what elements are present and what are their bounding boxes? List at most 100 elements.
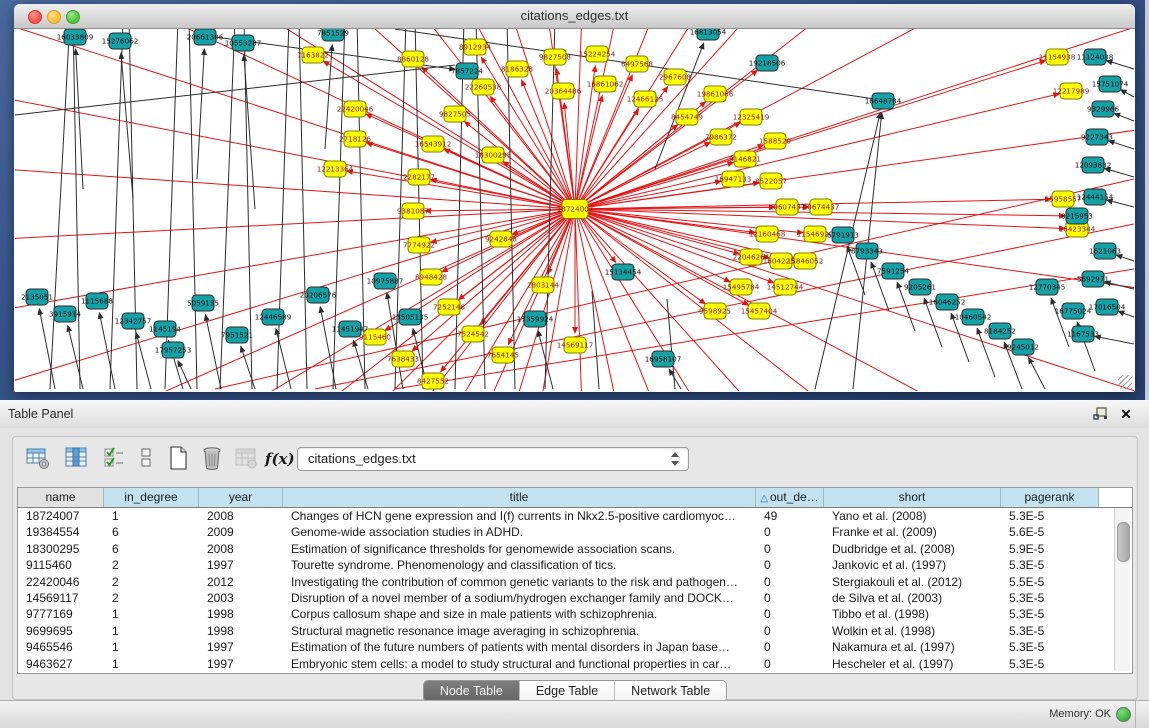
table-cell[interactable]: Wolkin et al. (1998) — [824, 623, 1001, 639]
graph-canvas[interactable]: 1872400722260538982750516543912228217793… — [15, 29, 1134, 391]
graph-node[interactable]: 8454749 — [671, 109, 703, 125]
table-cell[interactable]: 2012 — [199, 574, 283, 590]
table-cell[interactable]: 14569117 — [18, 590, 104, 606]
graph-edge[interactable] — [15, 65, 455, 115]
graph-edge[interactable] — [1121, 90, 1134, 97]
graph-edge[interactable] — [205, 315, 221, 389]
table-cell[interactable]: Genome-wide association studies in ADHD. — [283, 524, 756, 540]
select-columns-icon[interactable] — [101, 445, 129, 473]
graph-node[interactable]: 12093832 — [1075, 157, 1112, 173]
table-cell[interactable]: 1 — [104, 639, 199, 655]
table-cell[interactable]: 1997 — [199, 557, 283, 573]
graph-node[interactable]: 10460542 — [955, 309, 992, 325]
network-window-titlebar[interactable]: citations_edges.txt — [14, 4, 1135, 29]
table-cell[interactable]: 49 — [756, 508, 824, 524]
table-row[interactable]: 946362711997Embryonic stem cells: a mode… — [18, 656, 1132, 672]
graph-node[interactable]: 12446589 — [255, 309, 292, 325]
graph-edge[interactable] — [1105, 168, 1134, 177]
graph-edge[interactable] — [1029, 358, 1045, 389]
graph-node[interactable]: 8186328 — [501, 61, 533, 77]
graph-node[interactable]: 7986372 — [705, 129, 737, 145]
column-header-short[interactable]: short — [824, 488, 1001, 507]
close-panel-icon[interactable]: ✕ — [1119, 406, 1133, 422]
table-cell[interactable]: 18300295 — [18, 541, 104, 557]
graph-edge[interactable] — [95, 29, 575, 209]
graph-node[interactable]: 9827508 — [539, 49, 571, 65]
column-header-in_degree[interactable]: in_degree — [104, 488, 199, 507]
graph-edge[interactable] — [507, 29, 515, 389]
table-row[interactable]: 2242004622012Investigating the contribut… — [18, 574, 1132, 590]
table-cell[interactable]: 0 — [756, 541, 824, 557]
resize-grip-icon[interactable] — [1118, 375, 1132, 389]
graph-node[interactable]: 20364486 — [545, 83, 582, 99]
table-cell[interactable]: Embryonic stem cells: a model to study s… — [283, 656, 756, 672]
graph-edge[interactable] — [1118, 311, 1134, 317]
tab-edge-table[interactable]: Edge Table — [520, 681, 615, 702]
function-builder-icon[interactable]: f(x) — [265, 445, 293, 473]
graph-node[interactable]: 7163822 — [297, 47, 329, 63]
table-cell[interactable]: 19384554 — [18, 524, 104, 540]
graph-edge[interactable] — [76, 49, 83, 189]
delete-trash-icon[interactable] — [199, 445, 227, 473]
graph-node[interactable]: 7638433 — [387, 351, 419, 367]
graph-node[interactable]: 7951521 — [221, 327, 253, 343]
column-header-pagerank[interactable]: pagerank — [1001, 488, 1099, 507]
graph-node[interactable]: 2718126 — [339, 131, 371, 147]
graph-node[interactable]: 1588520 — [759, 133, 791, 149]
table-row[interactable]: 1830029562008Estimation of significance … — [18, 541, 1132, 557]
table-cell[interactable]: 0 — [756, 639, 824, 655]
table-cell[interactable]: 1 — [104, 656, 199, 672]
graph-node[interactable]: 17359924 — [517, 311, 554, 327]
graph-edge[interactable] — [353, 340, 368, 389]
column-header-out_de[interactable]: △out_de… — [756, 488, 824, 507]
graph-node[interactable]: 9329966 — [1087, 101, 1119, 117]
table-cell[interactable]: 0 — [756, 574, 824, 590]
graph-node[interactable]: 17957253 — [155, 342, 192, 358]
table-cell[interactable]: Investigating the contribution of common… — [283, 574, 756, 590]
graph-edge[interactable] — [575, 61, 1046, 209]
graph-node[interactable]: 17016504 — [1089, 299, 1126, 315]
graph-node[interactable]: 15751074 — [1092, 76, 1129, 92]
graph-node[interactable]: 9381087 — [397, 203, 429, 219]
table-cell[interactable]: 22420046 — [18, 574, 104, 590]
graph-node[interactable]: 7857224 — [451, 63, 483, 79]
graph-node[interactable]: 8184252 — [984, 323, 1016, 339]
table-cell[interactable]: Structural magnetic resonance image aver… — [283, 623, 756, 639]
tab-network-table[interactable]: Network Table — [615, 681, 726, 702]
table-cell[interactable]: 9465546 — [18, 639, 104, 655]
graph-node[interactable]: 9242848 — [485, 231, 517, 247]
table-settings-icon[interactable] — [25, 445, 53, 473]
graph-node[interactable]: 8522057 — [755, 173, 787, 189]
table-cell[interactable]: 2 — [104, 590, 199, 606]
table-cell[interactable]: 2009 — [199, 524, 283, 540]
graph-edge[interactable] — [15, 209, 575, 344]
new-document-icon[interactable] — [165, 445, 193, 473]
graph-node[interactable]: 2282177 — [403, 169, 435, 185]
table-cell[interactable]: 9699695 — [18, 623, 104, 639]
table-cell[interactable]: 5.3E-5 — [1001, 639, 1099, 655]
graph-node[interactable]: 5692971 — [1077, 271, 1109, 287]
table-cell[interactable]: Tourette syndrome. Phenomenology and cla… — [283, 557, 756, 573]
table-cell[interactable]: 5.6E-5 — [1001, 524, 1099, 540]
graph-edge[interactable] — [366, 143, 575, 209]
table-cell[interactable]: 1 — [104, 623, 199, 639]
table-cell[interactable]: Estimation of significance thresholds fo… — [283, 541, 756, 557]
graph-edge[interactable] — [1116, 255, 1134, 261]
column-header-title[interactable]: title — [283, 488, 756, 507]
graph-edge[interactable] — [325, 45, 332, 149]
table-vertical-scrollbar[interactable] — [1114, 508, 1130, 671]
graph-node[interactable]: 7591254 — [877, 263, 909, 279]
graph-node[interactable]: 7654145 — [487, 347, 519, 363]
table-cell[interactable]: 0 — [756, 557, 824, 573]
table-cell[interactable]: Changes of HCN gene expression and I(f) … — [283, 508, 756, 524]
table-cell[interactable]: Tibbo et al. (1998) — [824, 606, 1001, 622]
table-cell[interactable]: 2008 — [199, 508, 283, 524]
table-cell[interactable]: Stergiakouli et al. (2012) — [824, 574, 1001, 590]
graph-edge[interactable] — [655, 43, 704, 169]
graph-edge[interactable] — [575, 109, 639, 209]
table-cell[interactable]: 5.3E-5 — [1001, 557, 1099, 573]
graph-node[interactable]: 19861066 — [697, 86, 734, 102]
graph-node[interactable]: 16648784 — [865, 93, 902, 109]
table-cell[interactable]: 1 — [104, 508, 199, 524]
graph-edge[interactable] — [189, 29, 197, 389]
